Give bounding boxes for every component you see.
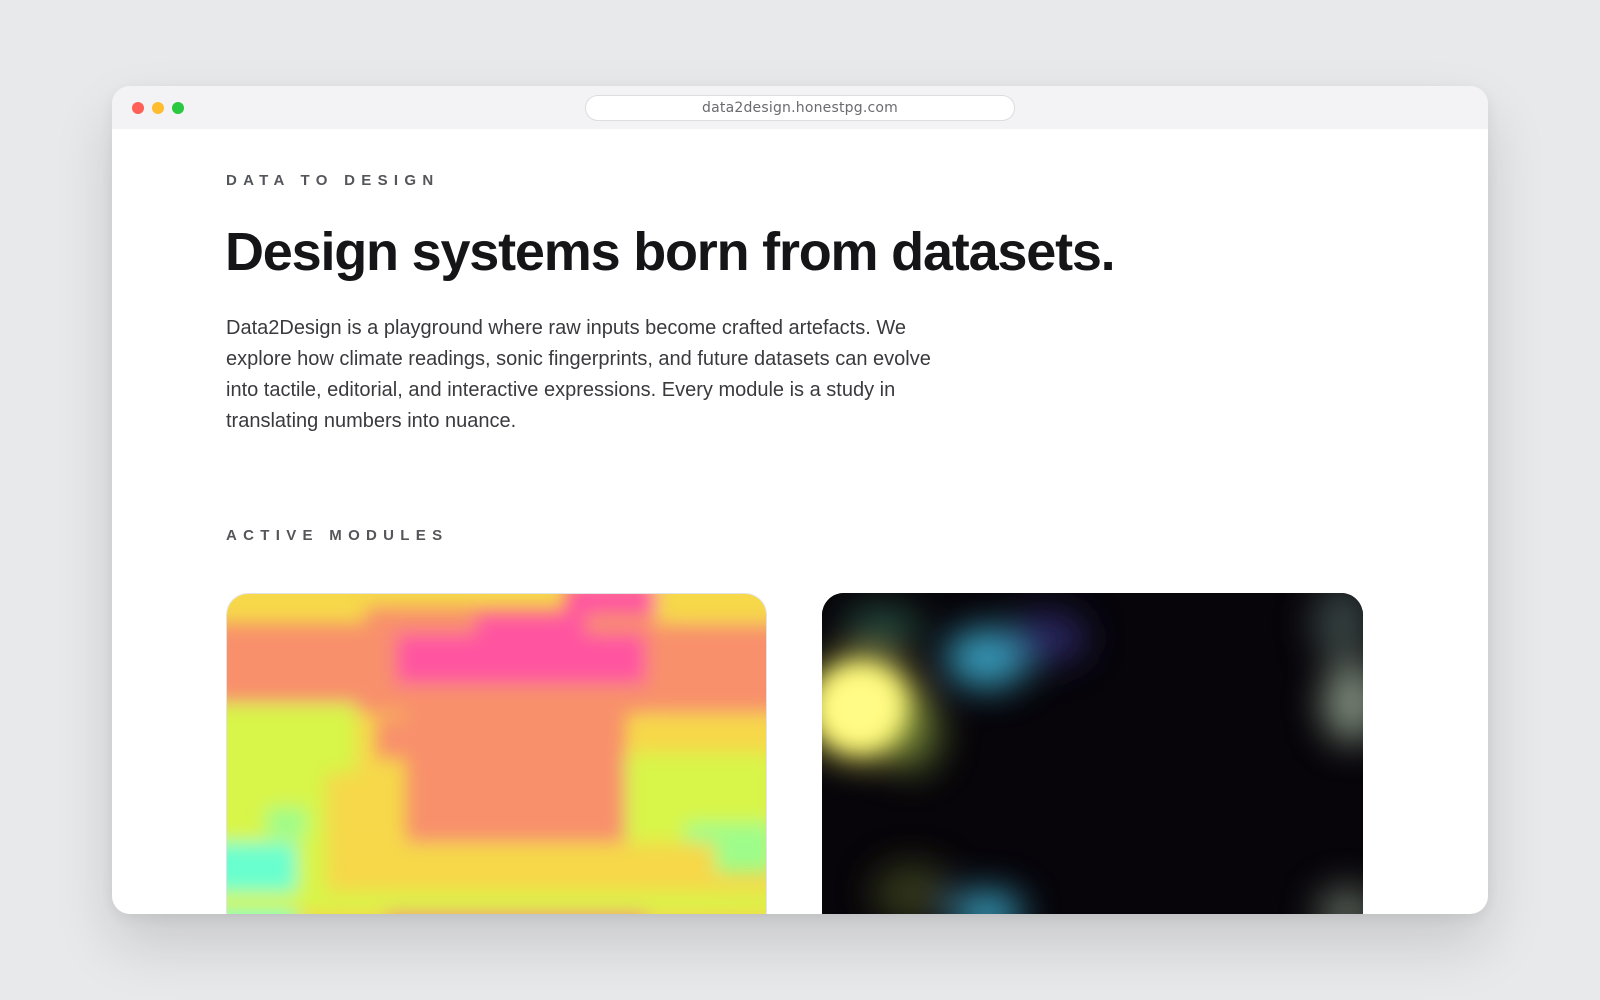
maximize-window-button[interactable] xyxy=(172,102,184,114)
minimize-window-button[interactable] xyxy=(152,102,164,114)
sonic-glow-icon xyxy=(822,593,1363,914)
browser-window: data2design.honestpg.com DATA TO DESIGN … xyxy=(112,86,1488,914)
close-window-button[interactable] xyxy=(132,102,144,114)
address-bar[interactable]: data2design.honestpg.com xyxy=(585,95,1015,121)
page-content: DATA TO DESIGN Design systems born from … xyxy=(112,129,1488,914)
hero-eyebrow: DATA TO DESIGN xyxy=(226,172,440,189)
intro-paragraph: Data2Design is a playground where raw in… xyxy=(226,317,931,432)
page-title: Design systems born from datasets. xyxy=(225,222,1116,282)
climate-heatmap-icon xyxy=(227,594,766,914)
module-card-climate[interactable] xyxy=(226,593,767,914)
modules-heading: ACTIVE MODULES xyxy=(226,527,449,544)
module-card-sonic[interactable] xyxy=(822,593,1363,914)
browser-titlebar: data2design.honestpg.com xyxy=(112,86,1488,129)
